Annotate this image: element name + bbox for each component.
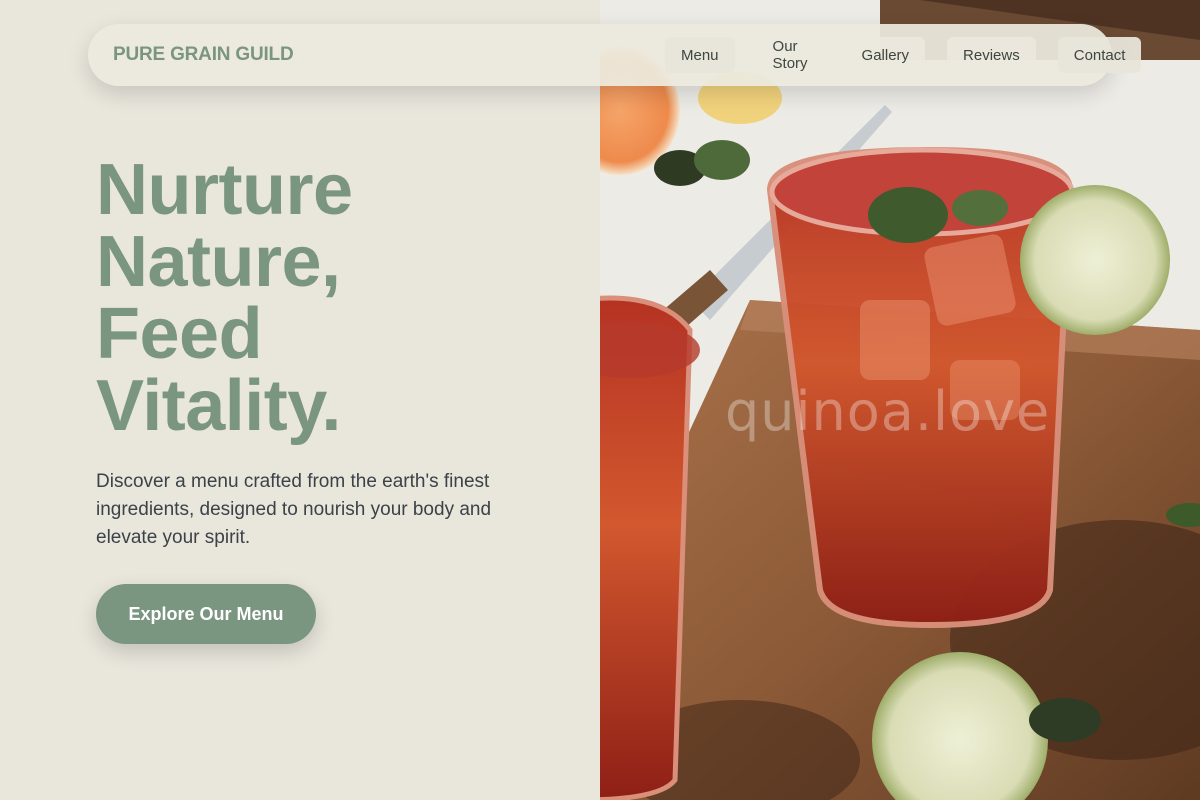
hero-photo: quinoa.love [600, 0, 1200, 800]
nav-item-reviews[interactable]: Reviews [947, 37, 1036, 73]
photo-watermark: quinoa.love [725, 380, 1051, 443]
hero-title-line: Feed [96, 294, 263, 374]
nav-item-gallery[interactable]: Gallery [845, 37, 926, 73]
hero-title-line: Nurture [96, 150, 353, 230]
top-navbar: PURE GRAIN GUILD Menu Our Story Gallery … [88, 24, 1142, 86]
hero-subtitle: Discover a menu crafted from the earth's… [96, 471, 492, 548]
hero-title-line: Nature, [96, 222, 341, 302]
brand-logo-text[interactable]: PURE GRAIN GUILD [113, 44, 294, 66]
hero-title: Nurture Nature, Feed Vitality. [96, 154, 576, 442]
hero-title-line: Vitality. [96, 366, 341, 446]
nav-item-our-story[interactable]: Our Story [756, 37, 824, 73]
nav-item-contact[interactable]: Contact [1057, 37, 1142, 73]
nav-links: Menu Our Story Gallery Reviews Contact [665, 37, 1142, 73]
explore-menu-button[interactable]: Explore Our Menu [96, 584, 316, 644]
nav-item-menu[interactable]: Menu [665, 37, 735, 73]
